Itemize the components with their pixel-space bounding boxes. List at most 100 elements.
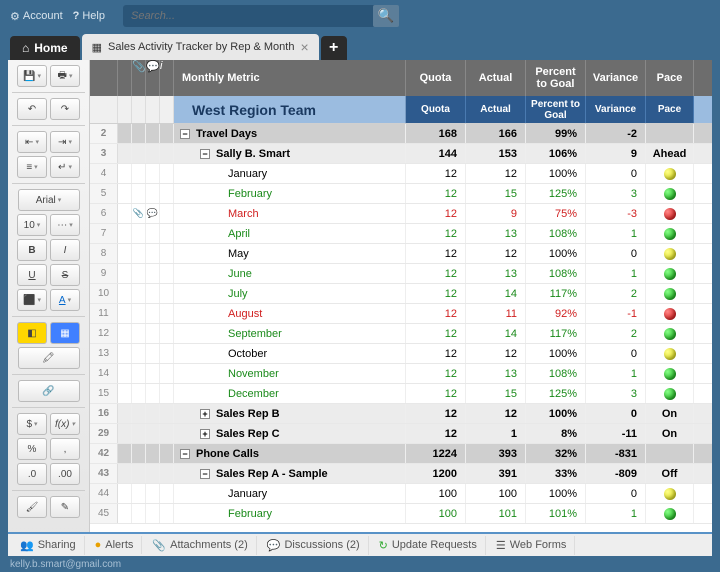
cell-pct[interactable]: 75% [526,204,586,223]
cell-quota[interactable]: 100 [406,484,466,503]
redo-button[interactable]: ↷ [50,98,80,120]
bold-button[interactable]: B [17,239,47,261]
cell-quota[interactable]: 12 [406,304,466,323]
cell-var[interactable]: 0 [586,484,646,503]
cell-quota[interactable]: 12 [406,164,466,183]
cell-quota[interactable]: 12 [406,384,466,403]
cell-quota[interactable]: 12 [406,324,466,343]
cell-quota[interactable]: 1200 [406,464,466,483]
cell-pace[interactable]: Ahead [646,144,694,163]
grid-row[interactable]: 29+Sales Rep C1218%-11On [90,424,712,444]
cell-pct[interactable]: 32% [526,444,586,463]
grid-row[interactable]: 9June1213108%1 [90,264,712,284]
fillcolor-button[interactable]: ⬛ [17,289,47,311]
tab-update-requests[interactable]: ↻Update Requests [371,536,486,555]
cell-pace[interactable] [646,444,694,463]
cell-actual[interactable]: 12 [466,344,526,363]
cell-name[interactable]: March [174,204,406,223]
cell-var[interactable]: -3 [586,204,646,223]
cell-pct[interactable]: 100% [526,404,586,423]
cell-quota[interactable]: 12 [406,364,466,383]
underline-button[interactable]: U [17,264,47,286]
textcolor-button[interactable]: A [50,289,80,311]
cell-pace[interactable] [646,384,694,403]
cell-name[interactable]: September [174,324,406,343]
cell-quota[interactable]: 12 [406,284,466,303]
grid-row[interactable]: 13October1212100%0 [90,344,712,364]
grid-body[interactable]: 2−Travel Days16816699%-23−Sally B. Smart… [90,124,712,543]
cell-pct[interactable]: 33% [526,464,586,483]
link-button[interactable]: 🔗 [18,380,80,402]
grid-row[interactable]: 43−Sales Rep A - Sample120039133%-809Off [90,464,712,484]
grid-row[interactable]: 10July1214117%2 [90,284,712,304]
cell-name[interactable]: April [174,224,406,243]
cell-name[interactable]: −Sally B. Smart [174,144,406,163]
cell-var[interactable]: 0 [586,244,646,263]
col-pace[interactable]: Pace [646,60,694,96]
tab-attachments[interactable]: 📎Attachments (2) [144,536,256,555]
cell-pct[interactable]: 108% [526,364,586,383]
cell-var[interactable]: -1 [586,304,646,323]
cell-var[interactable]: 1 [586,224,646,243]
cell-name[interactable]: December [174,384,406,403]
grid-row[interactable]: 14November1213108%1 [90,364,712,384]
grid-row[interactable]: 8May1212100%0 [90,244,712,264]
cell-var[interactable]: -11 [586,424,646,443]
cell-quota[interactable]: 12 [406,224,466,243]
tab-discussions[interactable]: 💬Discussions (2) [259,536,369,555]
cell-quota[interactable]: 12 [406,404,466,423]
strike-button[interactable]: S [50,264,80,286]
cell-pct[interactable]: 125% [526,184,586,203]
more-button[interactable]: ⋯ [50,214,80,236]
cell-var[interactable]: -831 [586,444,646,463]
cell-actual[interactable]: 153 [466,144,526,163]
grid-row[interactable]: 3−Sally B. Smart144153106%9Ahead [90,144,712,164]
cell-actual[interactable]: 12 [466,244,526,263]
cell-var[interactable]: 2 [586,324,646,343]
cell-actual[interactable]: 13 [466,264,526,283]
cell-name[interactable]: +Sales Rep B [174,404,406,423]
cell-name[interactable]: May [174,244,406,263]
cell-actual[interactable]: 13 [466,364,526,383]
cell-var[interactable]: 9 [586,144,646,163]
cell-quota[interactable]: 1224 [406,444,466,463]
col-name[interactable]: Monthly Metric [174,60,406,96]
cell-actual[interactable]: 15 [466,184,526,203]
cell-pct[interactable]: 100% [526,244,586,263]
cell-var[interactable]: 1 [586,364,646,383]
tab-web-forms[interactable]: ☰Web Forms [488,536,576,555]
cell-pace[interactable] [646,504,694,523]
cell-quota[interactable]: 12 [406,424,466,443]
eraser-button[interactable]: ✎ [50,496,80,518]
cell-name[interactable]: January [174,164,406,183]
cell-pct[interactable]: 117% [526,324,586,343]
cell-quota[interactable]: 12 [406,264,466,283]
cell-pct[interactable]: 108% [526,264,586,283]
fontsize-select[interactable]: 10 [17,214,47,236]
cell-pace[interactable] [646,264,694,283]
cell-var[interactable]: 0 [586,164,646,183]
collapse-icon[interactable]: − [180,129,190,139]
indent-button[interactable]: ⇥ [50,131,80,153]
cell-pct[interactable]: 100% [526,164,586,183]
grid-row[interactable]: 2−Travel Days16816699%-2 [90,124,712,144]
cell-name[interactable]: June [174,264,406,283]
cell-var[interactable]: 0 [586,344,646,363]
cell-actual[interactable]: 9 [466,204,526,223]
cell-name[interactable]: August [174,304,406,323]
cell-name[interactable]: July [174,284,406,303]
cell-pct[interactable]: 8% [526,424,586,443]
cell-var[interactable]: 1 [586,504,646,523]
team-name[interactable]: West Region Team [174,96,406,123]
cell-quota[interactable]: 12 [406,244,466,263]
cell-pace[interactable] [646,204,694,223]
cell-name[interactable]: February [174,184,406,203]
brush-button[interactable]: 🖌 [17,496,47,518]
cell-pace[interactable] [646,164,694,183]
cell-var[interactable]: 2 [586,284,646,303]
cell-pace[interactable] [646,484,694,503]
collapse-icon[interactable]: − [180,449,190,459]
expand-icon[interactable]: − [200,149,210,159]
cell-quota[interactable]: 144 [406,144,466,163]
grid-row[interactable]: 12September1214117%2 [90,324,712,344]
